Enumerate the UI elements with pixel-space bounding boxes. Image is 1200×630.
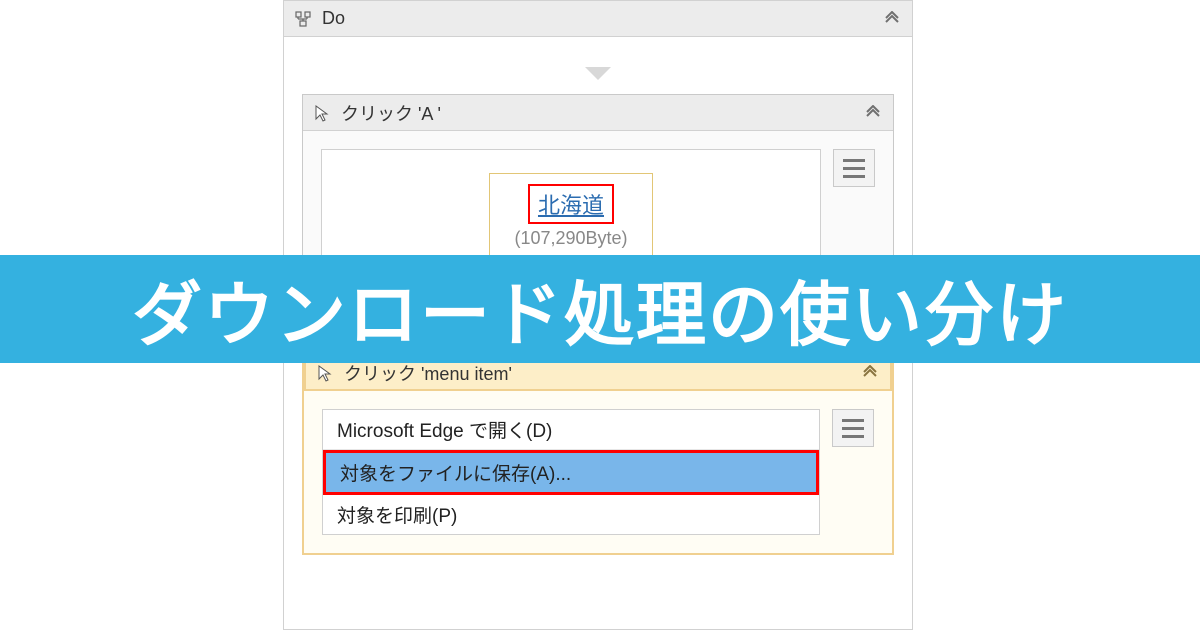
do-activity-header[interactable]: Do — [284, 1, 912, 37]
banner-text: ダウンロード処理の使い分け — [132, 259, 1068, 360]
triangle-down-icon — [585, 67, 611, 80]
target-highlight: 北海道 — [528, 184, 614, 224]
click-menu-body: Microsoft Edge で開く(D) 対象をファイルに保存(A)... 対… — [304, 391, 892, 553]
collapse-icon[interactable] — [861, 101, 885, 125]
click-a-header[interactable]: クリック 'A ' — [303, 95, 893, 131]
cursor-icon — [311, 102, 333, 124]
target-link-text: 北海道 — [538, 193, 604, 218]
cursor-icon — [314, 362, 336, 384]
do-icon — [292, 8, 314, 30]
target-size-text: (107,290Byte) — [514, 228, 627, 249]
do-activity-title: Do — [322, 8, 880, 29]
connector-top — [284, 37, 912, 94]
title-banner: ダウンロード処理の使い分け — [0, 255, 1200, 363]
click-a-title: クリック 'A ' — [341, 100, 861, 126]
context-menu-target[interactable]: Microsoft Edge で開く(D) 対象をファイルに保存(A)... 対… — [322, 409, 820, 535]
menu-item-edge[interactable]: Microsoft Edge で開く(D) — [323, 410, 819, 450]
menu-item-print[interactable]: 対象を印刷(P) — [323, 495, 819, 534]
collapse-icon[interactable] — [858, 361, 882, 385]
click-menu-title: クリック 'menu item' — [344, 360, 858, 386]
collapse-icon[interactable] — [880, 7, 904, 31]
options-button[interactable] — [832, 409, 874, 447]
options-button[interactable] — [833, 149, 875, 187]
click-menu-activity[interactable]: クリック 'menu item' Microsoft Edge で開く(D) 対… — [302, 353, 894, 555]
menu-item-save-as[interactable]: 対象をファイルに保存(A)... — [323, 450, 819, 495]
